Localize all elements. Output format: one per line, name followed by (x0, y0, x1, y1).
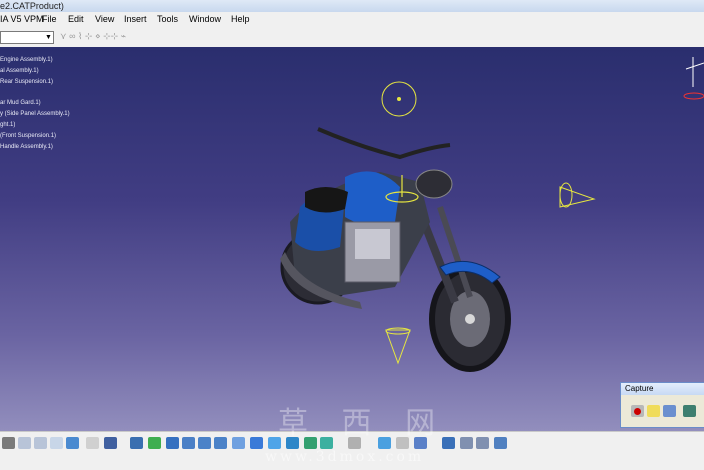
menu-tools[interactable]: Tools (157, 12, 178, 27)
fly-mode-icon[interactable] (130, 437, 143, 449)
menu-file[interactable]: File (42, 12, 57, 27)
help-icon[interactable] (104, 437, 117, 449)
redo-icon[interactable] (86, 437, 99, 449)
top-toolbar: ▼ ⋎ ∞ ⌇ ⊹ ⋄ ⊹⊹ ⌁ (0, 28, 704, 48)
cut-icon[interactable] (18, 437, 31, 449)
3d-viewport[interactable]: Engine Assembly.1) al Assembly.1) Rear S… (0, 47, 704, 431)
menu-app-label: IA V5 VPM (0, 14, 44, 24)
capture-options-icon[interactable] (663, 405, 676, 417)
watermark-url: www.3dmox.com (265, 449, 425, 465)
camera-cone-icon[interactable] (385, 327, 411, 365)
menu-view[interactable]: View (95, 12, 114, 27)
zoom-in-icon[interactable] (198, 437, 211, 449)
back-icon[interactable] (476, 437, 489, 449)
menu-bar: IA V5 VPM File Edit View Insert Tools Wi… (0, 12, 704, 28)
first-icon[interactable] (460, 437, 473, 449)
rotate-icon[interactable] (182, 437, 195, 449)
motorcycle-model[interactable] (280, 127, 511, 372)
iso-view-icon[interactable] (250, 437, 263, 449)
disabled-tool-icon: ⋎ ∞ ⌇ ⊹ ⋄ ⊹⊹ ⌁ (60, 31, 127, 41)
title-bar: e2.CATProduct) (0, 0, 704, 12)
album-icon[interactable] (683, 405, 696, 417)
fit-all-icon[interactable] (148, 437, 161, 449)
menu-help[interactable]: Help (231, 12, 250, 27)
magnifier-icon[interactable] (494, 437, 507, 449)
menu-window[interactable]: Window (189, 12, 221, 27)
undo-icon[interactable] (66, 437, 79, 449)
capture-panel[interactable]: Capture (620, 382, 704, 428)
scene-graphics (280, 57, 704, 372)
paste-icon[interactable] (50, 437, 63, 449)
normal-view-icon[interactable] (232, 437, 245, 449)
menu-edit[interactable]: Edit (68, 12, 84, 27)
capture-title: Capture (625, 384, 654, 393)
record-icon[interactable] (631, 405, 644, 417)
copy-icon[interactable] (34, 437, 47, 449)
camera-cone-icon[interactable] (559, 182, 596, 208)
capture-title-bar[interactable]: Capture (621, 383, 704, 395)
compass-icon[interactable] (683, 57, 704, 100)
window-title: e2.CATProduct) (0, 1, 64, 11)
chevron-down-icon[interactable]: ▼ (44, 32, 53, 43)
watermark-logo: 草 西 网 (278, 406, 448, 441)
pan-icon[interactable] (166, 437, 179, 449)
workbench-combo[interactable]: ▼ (0, 31, 54, 44)
tool-icon[interactable] (2, 437, 15, 449)
select-arrow-icon[interactable] (647, 405, 660, 417)
zoom-out-icon[interactable] (214, 437, 227, 449)
menu-insert[interactable]: Insert (124, 12, 147, 27)
